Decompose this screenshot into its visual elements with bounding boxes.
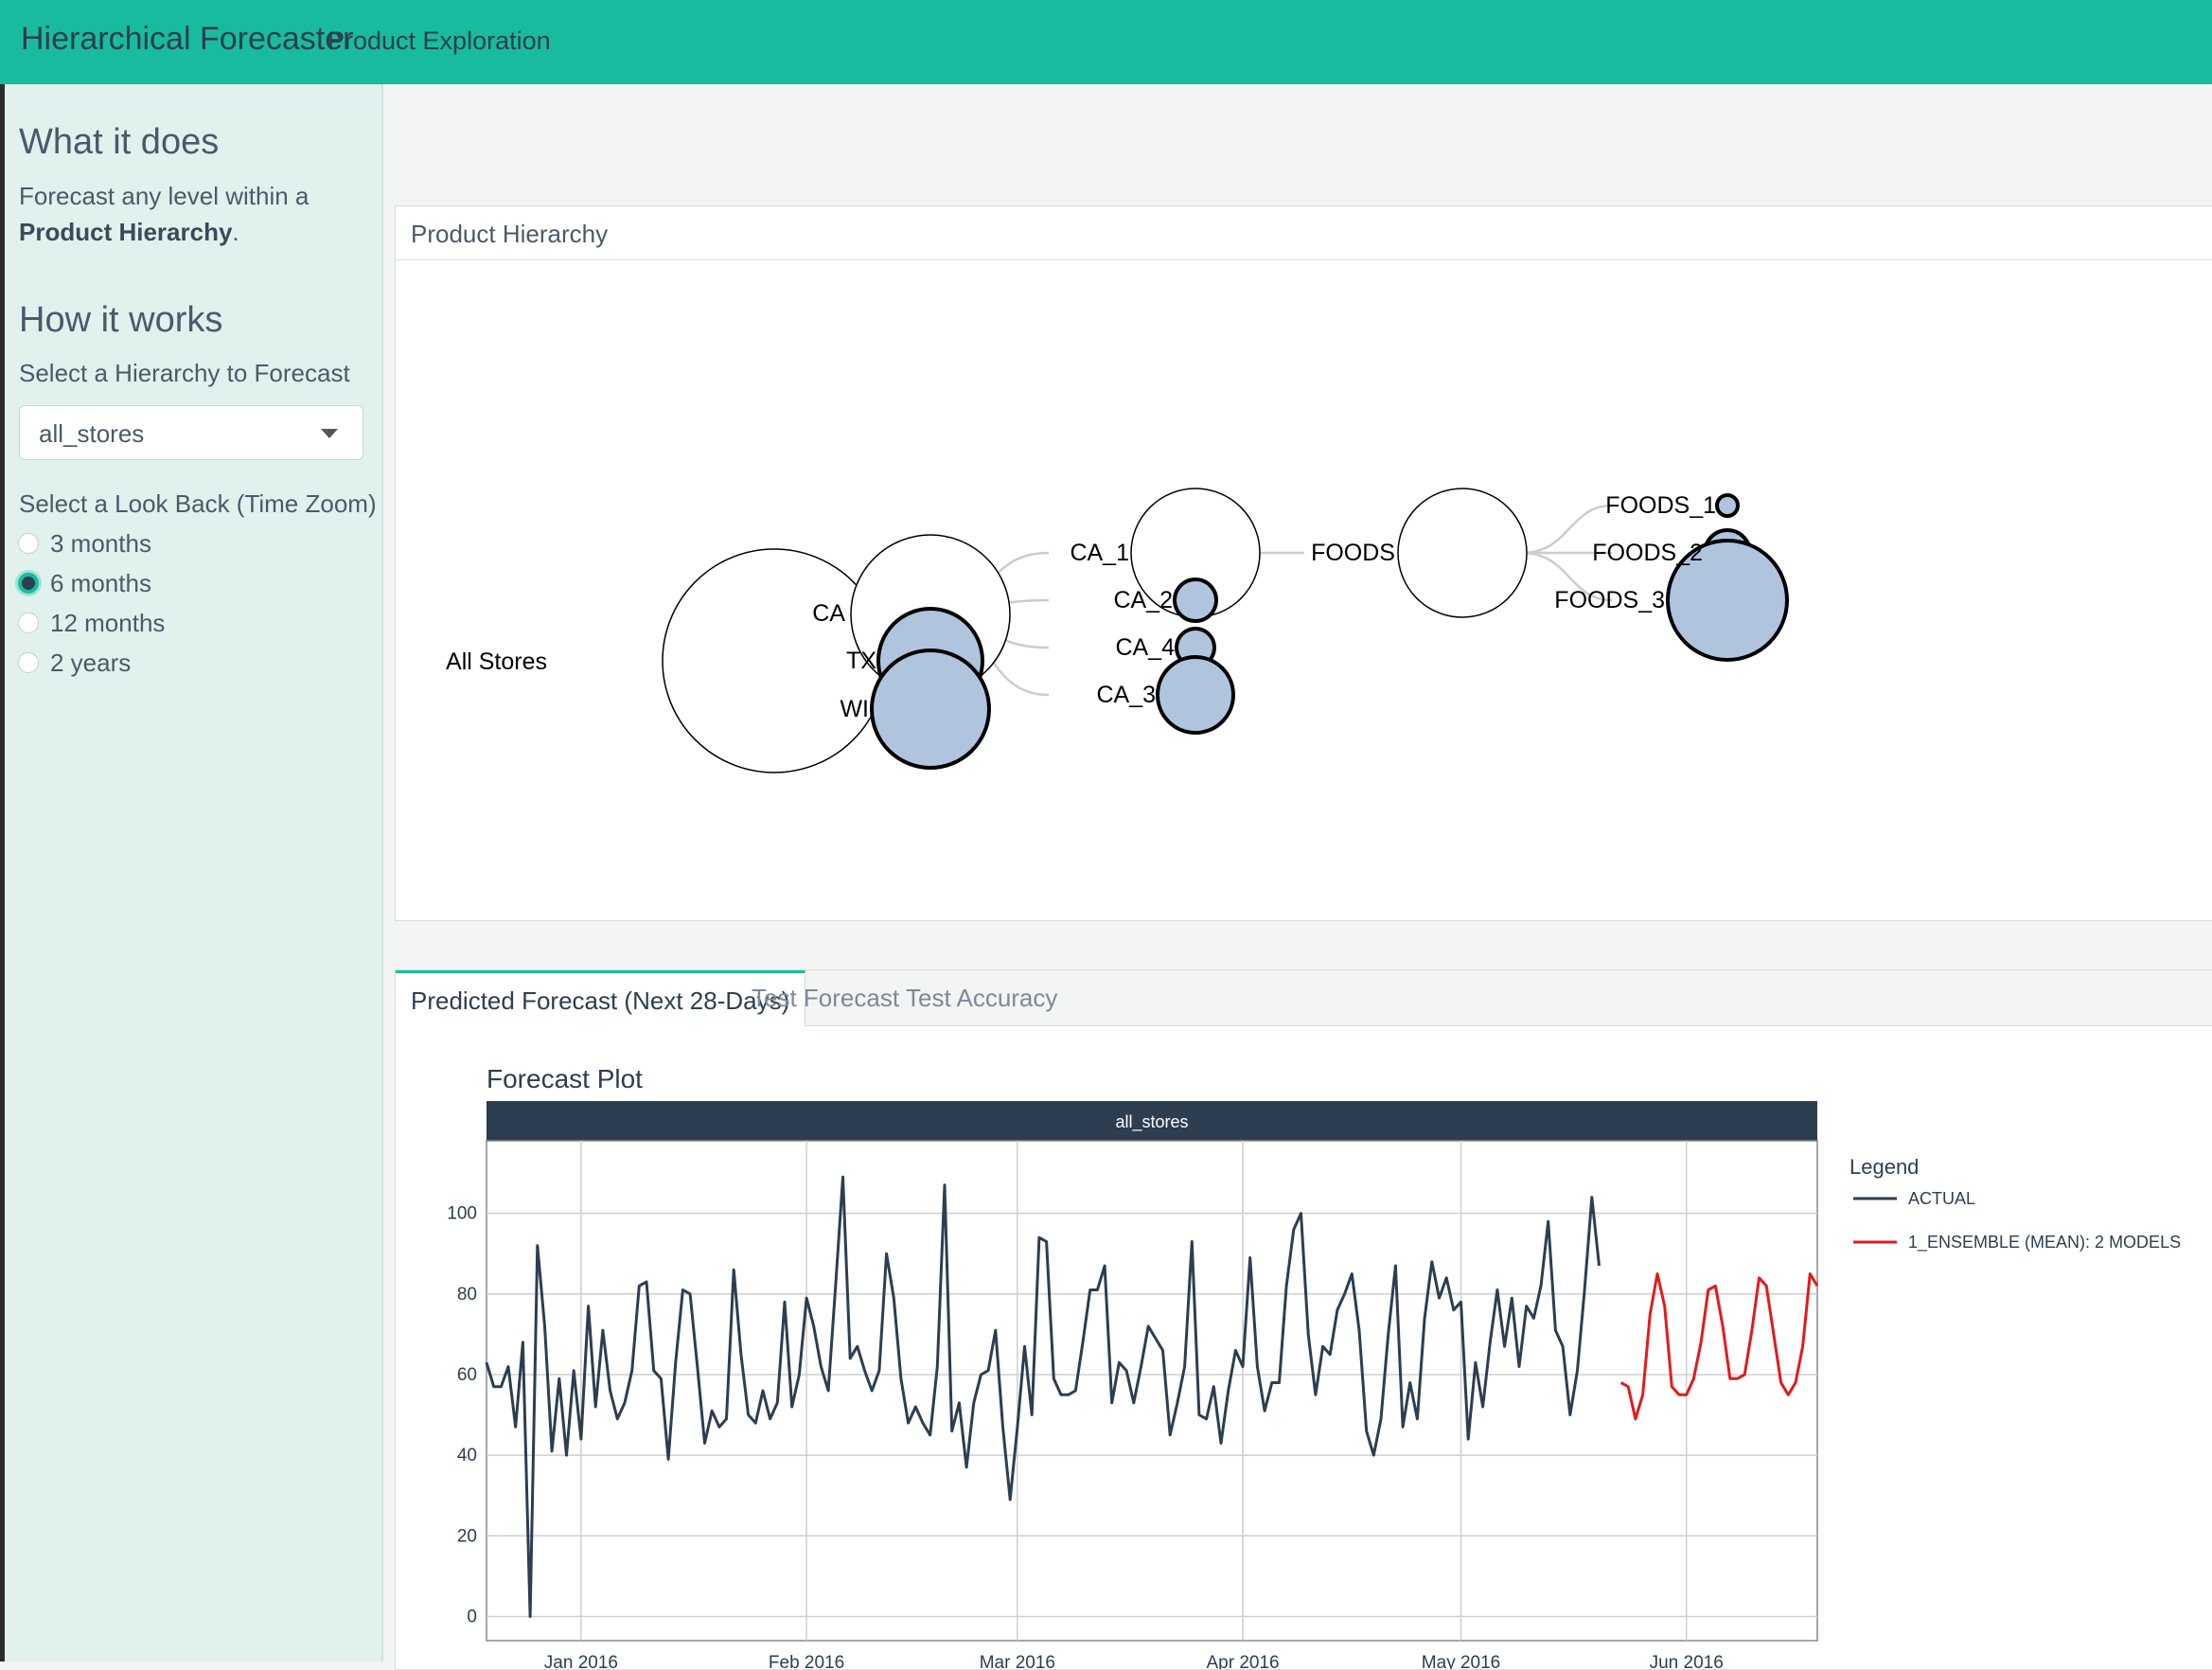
- label-foods-1: FOODS_1: [1605, 492, 1716, 519]
- label-ca-3: CA_3: [1096, 682, 1156, 708]
- y-tick-label: 20: [457, 1526, 477, 1546]
- hierarchy-select[interactable]: all_stores: [19, 405, 363, 460]
- lookback-label: Select a Look Back (Time Zoom): [19, 489, 377, 518]
- label-ca-2: CA_2: [1113, 587, 1173, 613]
- what-text-bold: Product Hierarchy: [19, 218, 233, 246]
- node-foods[interactable]: [1397, 488, 1528, 618]
- node-wi[interactable]: [870, 648, 991, 770]
- radio-label: 12 months: [50, 609, 166, 637]
- forecast-tabs-panel: Predicted Forecast (Next 28-Days) Test F…: [395, 969, 2212, 1670]
- tab-bar: Predicted Forecast (Next 28-Days) Test F…: [396, 970, 2212, 1026]
- label-tx: TX: [846, 648, 876, 674]
- what-text-suffix: .: [232, 218, 239, 246]
- y-tick-label: 100: [447, 1204, 477, 1224]
- y-tick-label: 60: [457, 1365, 477, 1385]
- y-tick-label: 0: [467, 1607, 477, 1626]
- label-all-stores: All Stores: [446, 648, 547, 675]
- label-foods-2: FOODS_2: [1592, 540, 1703, 566]
- radio-button-icon[interactable]: [18, 652, 39, 673]
- label-wi: WI: [840, 696, 869, 722]
- node-ca-2[interactable]: [1173, 577, 1218, 623]
- what-text: Forecast any level within a: [19, 182, 310, 210]
- top-navbar: Hierarchical Forecaster Product Explorat…: [0, 0, 2212, 84]
- tree-labels: All Stores CA TX WI CA_1 CA_2 CA_4 CA_3 …: [446, 492, 1716, 722]
- radio-button-icon[interactable]: [18, 573, 39, 594]
- label-ca-1: CA_1: [1070, 540, 1129, 566]
- chevron-down-icon: [321, 429, 338, 438]
- label-ca-4: CA_4: [1115, 634, 1175, 661]
- what-description: Forecast any level within a Product Hier…: [19, 178, 360, 250]
- label-ca: CA: [812, 600, 845, 627]
- node-ca-3[interactable]: [1156, 655, 1235, 735]
- legend-title: Legend: [1849, 1155, 1919, 1179]
- y-tick-label: 40: [457, 1446, 477, 1466]
- legend-entry: ACTUAL: [1908, 1189, 1975, 1208]
- label-foods-3: FOODS_3: [1554, 587, 1665, 613]
- hierarchy-label: Select a Hierarchy to Forecast: [19, 359, 350, 387]
- card-header: Product Hierarchy: [396, 206, 2212, 260]
- radio-label: 6 months: [50, 569, 151, 597]
- facet-label: all_stores: [1115, 1112, 1188, 1132]
- chart-legend: ACTUAL 1_ENSEMBLE (MEAN): 2 MODELS: [1853, 1189, 2181, 1252]
- y-tick-label: 80: [457, 1285, 477, 1305]
- node-foods-1[interactable]: [1715, 493, 1740, 518]
- tree-nodes: [662, 488, 1789, 773]
- radio-button-icon[interactable]: [18, 613, 39, 633]
- product-hierarchy-card: Product Hierarchy All Stores CA TX WI CA…: [395, 205, 2212, 921]
- chart-grid: [486, 1140, 1818, 1642]
- legend-entry: 1_ENSEMBLE (MEAN): 2 MODELS: [1908, 1233, 2181, 1252]
- radio-button-icon[interactable]: [18, 533, 39, 554]
- nav-product-exploration[interactable]: Product Exploration: [327, 27, 551, 56]
- tab-predicted-forecast[interactable]: Predicted Forecast (Next 28-Days): [396, 970, 806, 1026]
- tab-test-forecast[interactable]: Test Forecast: [752, 970, 899, 1025]
- tab-test-accuracy[interactable]: Test Accuracy: [906, 970, 1057, 1025]
- radio-label: 2 years: [50, 648, 132, 677]
- sidebar: What it does Forecast any level within a…: [5, 84, 383, 1661]
- app-brand[interactable]: Hierarchical Forecaster: [21, 21, 353, 58]
- how-heading: How it works: [19, 300, 223, 340]
- chart-title: Forecast Plot: [487, 1064, 643, 1093]
- radio-label: 3 months: [50, 529, 151, 558]
- plot-panel: [486, 1140, 1818, 1642]
- label-foods: FOODS: [1311, 540, 1395, 566]
- forecast-plot: Forecast Plot all_stores Jan 2016 Feb 201…: [447, 1064, 2181, 1669]
- hierarchy-tree: All Stores CA TX WI CA_1 CA_2 CA_4 CA_3 …: [446, 488, 1789, 773]
- what-heading: What it does: [19, 122, 220, 162]
- card-title: Product Hierarchy: [411, 220, 609, 248]
- hierarchy-select-value: all_stores: [39, 419, 145, 448]
